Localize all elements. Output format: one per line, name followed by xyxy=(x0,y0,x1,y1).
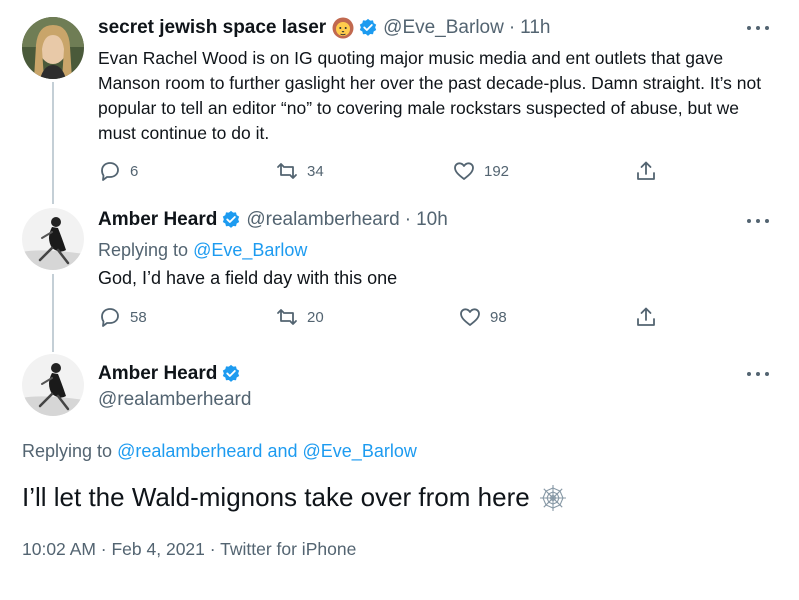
reply-button[interactable]: 6 xyxy=(98,159,138,183)
user-handle[interactable]: @realamberheard xyxy=(98,389,251,411)
like-count: 98 xyxy=(490,308,507,326)
tweet-text-content: I’ll let the Wald-mignons take over from… xyxy=(22,482,530,512)
display-name[interactable]: secret jewish space laser xyxy=(98,17,326,39)
display-name[interactable]: Amber Heard xyxy=(98,209,217,231)
verified-badge-icon xyxy=(221,364,241,384)
separator-dot: · xyxy=(404,209,412,230)
more-options-icon[interactable] xyxy=(747,24,769,32)
share-button[interactable] xyxy=(634,305,666,329)
tweet-actions: 6 34 192 xyxy=(98,159,668,185)
tweet-text: Evan Rachel Wood is on IG quoting major … xyxy=(98,48,762,143)
like-button[interactable]: 98 xyxy=(458,305,507,329)
retweet-icon xyxy=(277,163,297,179)
tweet-time[interactable]: 10h xyxy=(416,209,448,231)
lion-face-icon xyxy=(332,17,354,39)
spider-web-icon xyxy=(538,483,568,513)
heart-icon xyxy=(454,162,474,180)
and-word: and xyxy=(267,441,298,461)
replying-to-line: Replying to @Eve_Barlow xyxy=(98,240,307,261)
tweet-text: I’ll let the Wald-mignons take over from… xyxy=(22,482,568,513)
tweet-amber-heard-reply[interactable]: Amber Heard @realamberheard · 10h Replyi… xyxy=(0,200,799,350)
tweet-amber-heard-focused: Amber Heard @realamberheard Replying to … xyxy=(0,350,799,600)
avatar[interactable] xyxy=(22,17,84,79)
user-handle[interactable]: @Eve_Barlow xyxy=(383,17,504,39)
tweet-header: Amber Heard @realamberheard · 10h xyxy=(98,209,448,231)
replying-to-label: Replying to xyxy=(22,441,113,461)
replying-to-line: Replying to @realamberheard and @Eve_Bar… xyxy=(22,441,417,462)
tweet-text: God, I’d have a field day with this one xyxy=(98,268,398,288)
like-button[interactable]: 192 xyxy=(452,159,509,183)
retweet-icon xyxy=(277,309,297,325)
more-options-icon[interactable] xyxy=(747,370,769,378)
reply-button[interactable]: 58 xyxy=(98,305,147,329)
tweet-timestamp[interactable]: 10:02 AM · Feb 4, 2021 · Twitter for iPh… xyxy=(22,539,356,560)
heart-icon xyxy=(460,308,480,326)
tweet-header: secret jewish space laser @Eve_Barlow · … xyxy=(98,17,550,39)
reply-icon xyxy=(101,162,119,181)
mention-link[interactable]: @realamberheard xyxy=(117,441,262,461)
share-button[interactable] xyxy=(634,159,666,183)
tweet-time[interactable]: 11h xyxy=(520,17,550,39)
tweet-header: Amber Heard xyxy=(98,363,246,385)
verified-badge-icon xyxy=(358,18,378,38)
tweet-actions: 58 20 98 xyxy=(98,305,668,331)
share-icon xyxy=(637,307,655,326)
user-handle[interactable]: @realamberheard xyxy=(246,209,399,231)
verified-badge-icon xyxy=(221,210,241,230)
share-icon xyxy=(637,161,655,180)
reply-icon xyxy=(101,308,119,327)
display-name[interactable]: Amber Heard xyxy=(98,363,217,385)
tweet-eve-barlow[interactable]: secret jewish space laser @Eve_Barlow · … xyxy=(0,0,799,200)
retweet-button[interactable]: 34 xyxy=(275,159,324,183)
separator-dot: · xyxy=(508,17,516,38)
mention-link[interactable]: @Eve_Barlow xyxy=(193,240,307,260)
more-options-icon[interactable] xyxy=(747,217,769,225)
like-count: 192 xyxy=(484,162,510,180)
replying-to-label: Replying to xyxy=(98,240,189,260)
reply-count: 6 xyxy=(130,162,139,180)
retweet-count: 20 xyxy=(307,308,324,326)
reply-count: 58 xyxy=(130,308,147,326)
retweet-button[interactable]: 20 xyxy=(275,305,324,329)
mention-link[interactable]: @Eve_Barlow xyxy=(303,441,417,461)
avatar[interactable] xyxy=(22,208,84,270)
avatar[interactable] xyxy=(22,354,84,416)
retweet-count: 34 xyxy=(307,162,324,180)
